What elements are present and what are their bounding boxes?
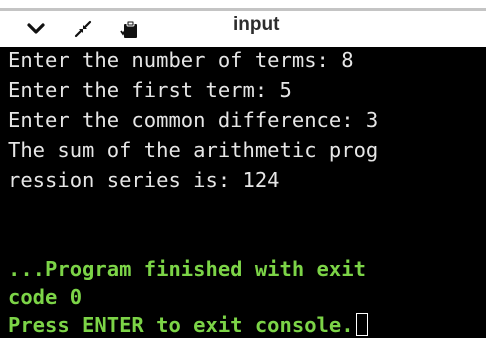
- console-output[interactable]: Enter the number of terms: 8 Enter the f…: [0, 47, 486, 338]
- collapse-arrows-icon[interactable]: [68, 11, 98, 47]
- console-line: The sum of the arithmetic prog: [8, 138, 379, 162]
- console-title: input: [233, 14, 280, 35]
- chevron-down-icon[interactable]: [21, 11, 51, 47]
- paste-clipboard-icon[interactable]: [115, 11, 145, 47]
- press-enter-line: Press ENTER to exit console.: [8, 312, 368, 338]
- console-line: Enter the first term: 5: [8, 78, 292, 102]
- console-toolbar: input: [0, 11, 486, 47]
- console-line: Enter the common difference: 3: [8, 108, 379, 132]
- text-cursor: [355, 313, 368, 336]
- press-enter-text: Press ENTER to exit console.: [8, 313, 354, 337]
- console-line: ression series is: 124: [8, 168, 280, 192]
- finish-line: code 0: [8, 285, 83, 309]
- top-strip: [0, 0, 486, 8]
- console-line: Enter the number of terms: 8: [8, 48, 354, 72]
- finish-line: ...Program finished with exit: [8, 257, 366, 281]
